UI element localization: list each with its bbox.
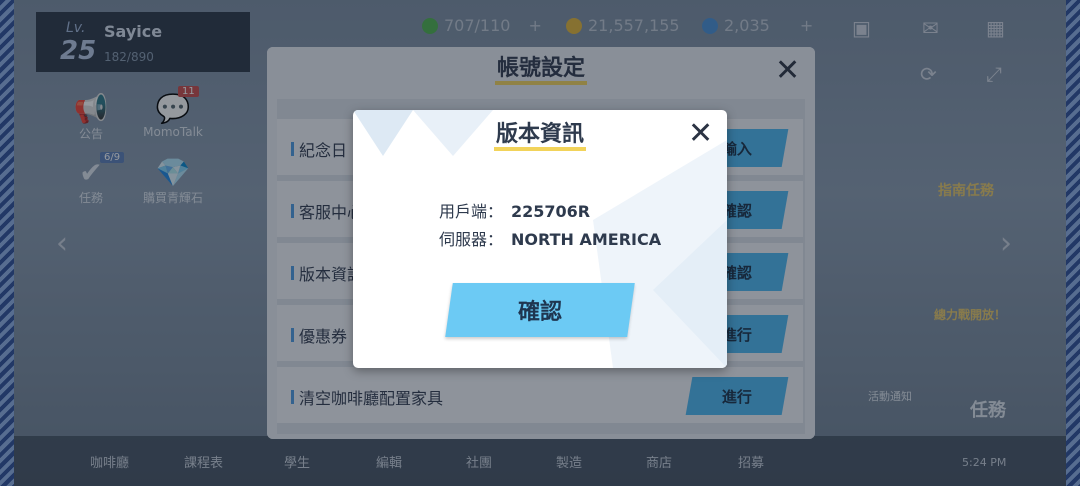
version-info-title: 版本資訊 — [353, 116, 727, 151]
client-version-row: 用戶端： 225706R — [433, 198, 590, 222]
client-version: 225706R — [511, 202, 591, 221]
server-row: 伺服器： NORTH AMERICA — [433, 226, 661, 250]
version-info-dialog: 版本資訊 ✕ 用戶端： 225706R 伺服器： NORTH AMERICA 確認 — [353, 110, 727, 368]
confirm-button[interactable]: 確認 — [445, 283, 635, 337]
server-region: NORTH AMERICA — [511, 230, 662, 249]
client-label: 用戶端： — [438, 202, 503, 221]
close-icon[interactable]: ✕ — [688, 116, 713, 151]
server-label: 伺服器： — [438, 230, 503, 249]
